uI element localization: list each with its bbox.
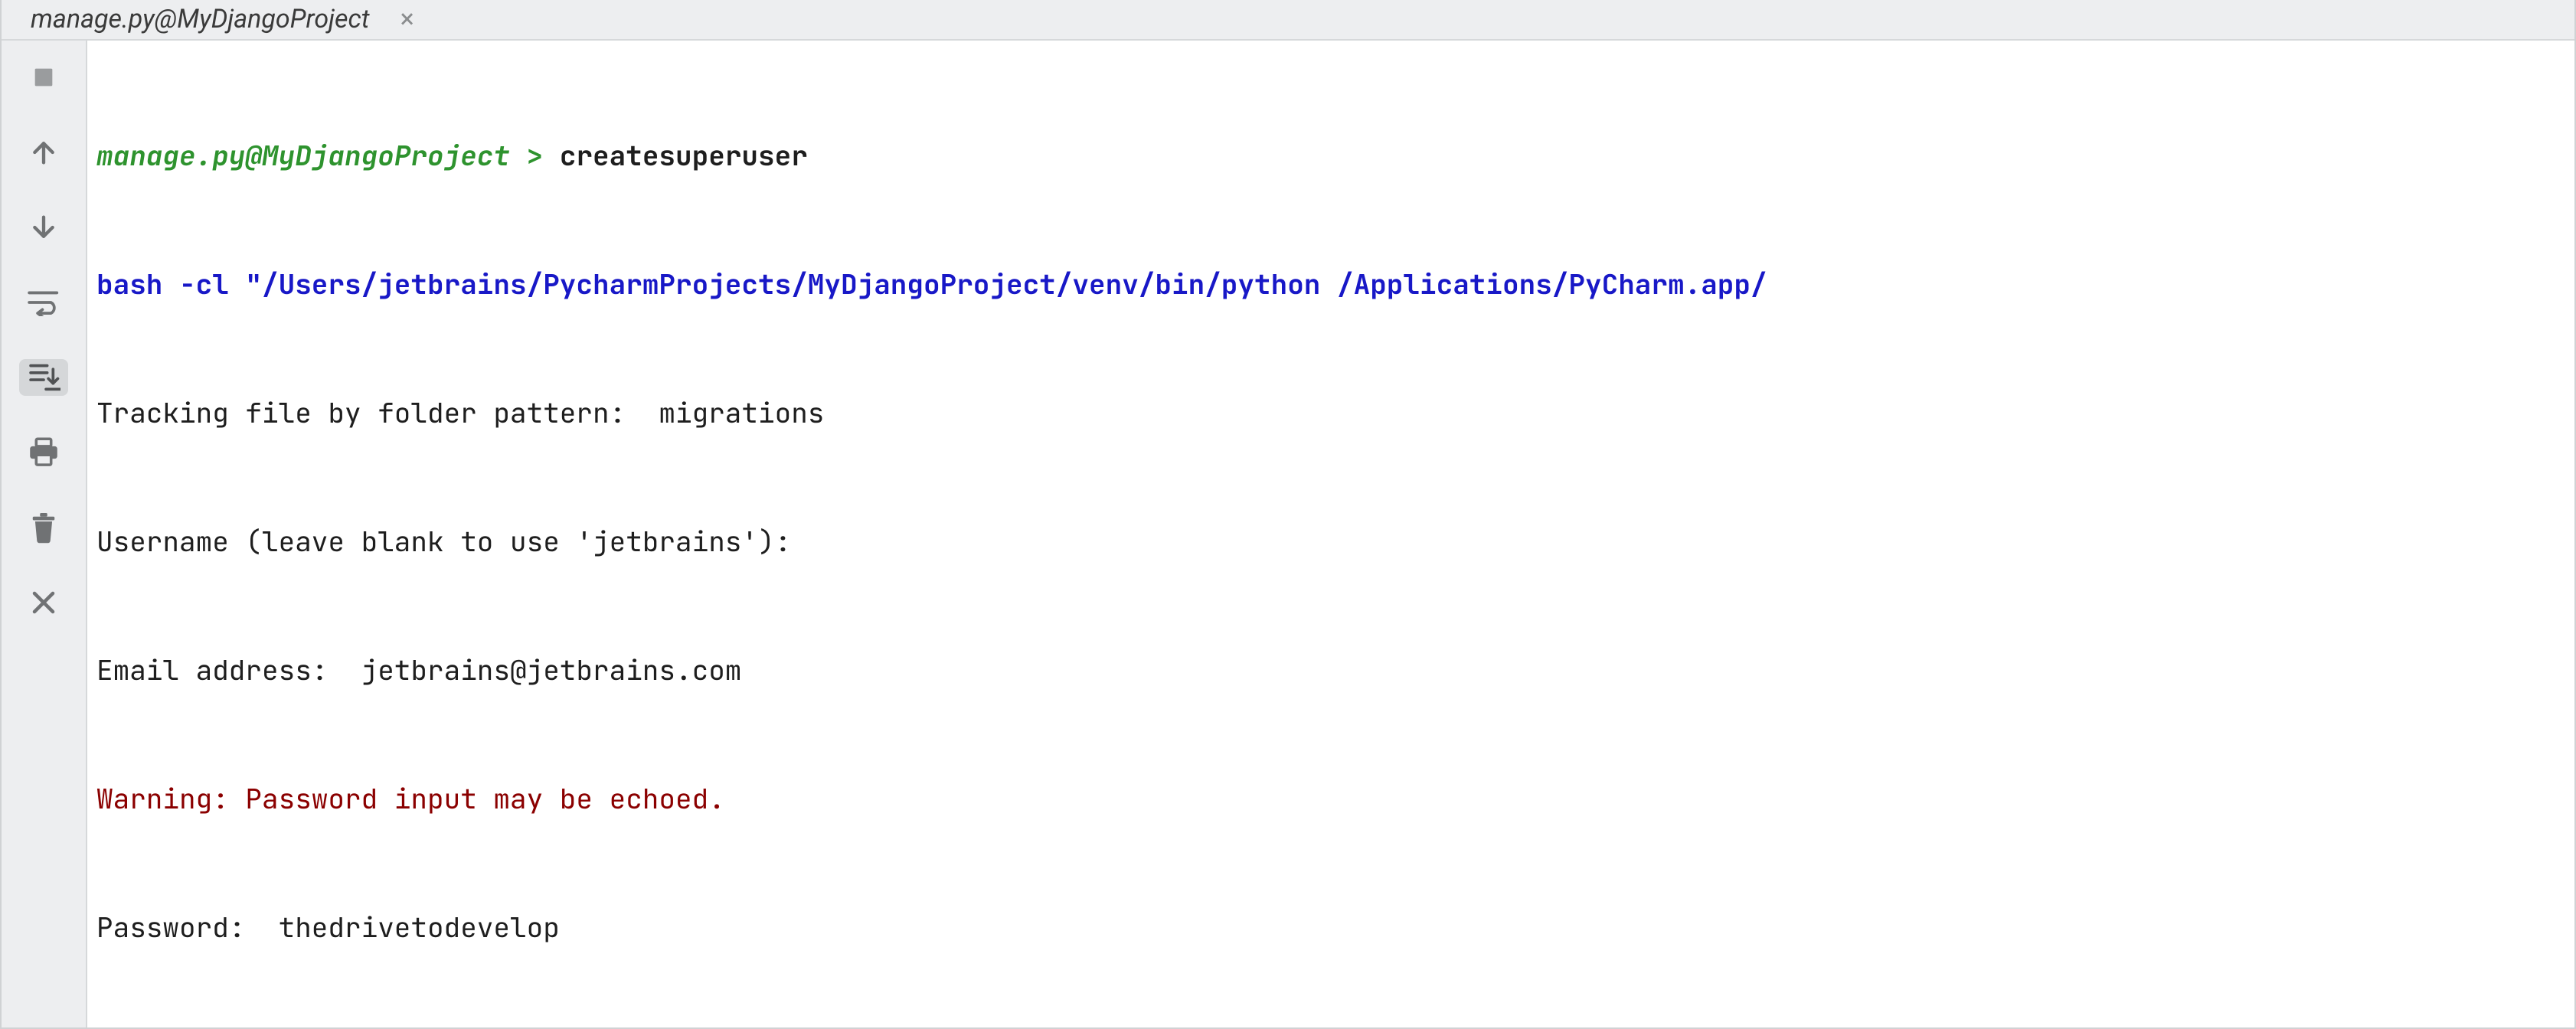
soft-wrap-icon[interactable] [19,284,68,321]
scroll-to-end-icon[interactable] [19,359,68,396]
email-line: Email address: jetbrains@jetbrains.com [96,638,2556,702]
run-tool-window: manage.py@MyDjangoProject × [0,0,2576,1029]
trash-icon[interactable] [19,509,68,546]
print-icon[interactable] [19,434,68,471]
tab-bar: manage.py@MyDjangoProject × [2,0,2574,41]
prompt-line: manage.py@MyDjangoProject > createsuperu… [96,123,2556,188]
prompt-label: manage.py@MyDjangoProject [96,137,510,174]
arrow-up-icon[interactable] [19,134,68,171]
prompt-symbol: > [510,137,560,174]
close-icon[interactable] [19,584,68,621]
warning-line-2: Warning: Password input may be echoed. [96,1024,2556,1028]
console-output[interactable]: manage.py@MyDjangoProject > createsuperu… [87,41,2574,1028]
prompt-command: createsuperuser [560,137,808,174]
gutter-toolbar [2,41,87,1028]
stop-icon[interactable] [19,59,68,96]
bash-invocation-line: bash -cl "/Users/jetbrains/PycharmProjec… [96,252,2556,316]
tracking-line: Tracking file by folder pattern: migrati… [96,381,2556,445]
arrow-down-icon[interactable] [19,209,68,246]
tab-label: manage.py@MyDjangoProject [31,4,370,34]
password-line-1: Password: thedrivetodevelop [96,895,2556,959]
tool-body: manage.py@MyDjangoProject > createsuperu… [2,41,2574,1028]
run-config-tab[interactable]: manage.py@MyDjangoProject × [2,0,448,39]
close-icon[interactable]: × [396,2,419,37]
warning-line-1: Warning: Password input may be echoed. [96,766,2556,831]
username-prompt-line: Username (leave blank to use 'jetbrains'… [96,509,2556,573]
